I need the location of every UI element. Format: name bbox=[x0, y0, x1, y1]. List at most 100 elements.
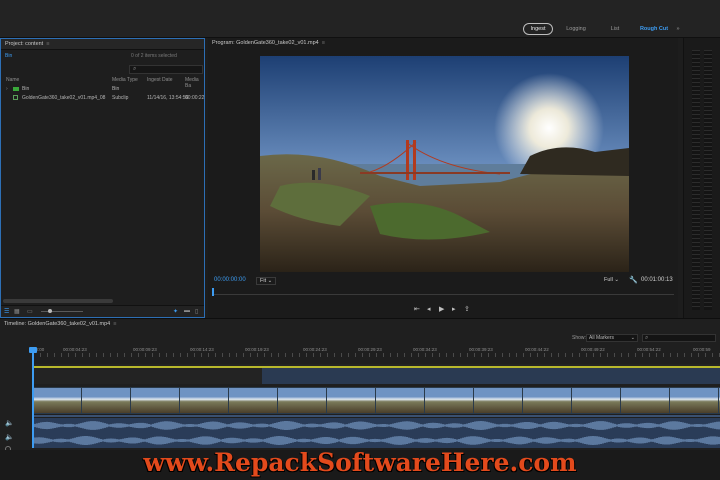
panel-menu-icon[interactable]: ≡ bbox=[45, 41, 49, 47]
timeline-playhead-handle[interactable] bbox=[29, 347, 37, 353]
step-back-icon[interactable]: ◂ bbox=[427, 305, 431, 313]
panel-menu-icon[interactable]: ≡ bbox=[320, 40, 325, 46]
speaker-icon[interactable]: 🔈 bbox=[5, 419, 14, 427]
fit-dropdown[interactable]: Fit ⌄ bbox=[256, 277, 277, 285]
filmstrip-thumbnail bbox=[376, 388, 424, 413]
workspace-overflow-icon[interactable]: » bbox=[673, 23, 683, 35]
project-panel-title: Project: content bbox=[5, 41, 44, 47]
audio-meter-right bbox=[704, 50, 712, 310]
filmstrip-thumbnail bbox=[670, 388, 718, 413]
panel-menu-icon[interactable]: ≡ bbox=[112, 321, 116, 327]
ruler-label: 00:00:34:23 bbox=[413, 347, 437, 352]
timeline-panel: Timeline: GoldenGate360_take02_v01.mp4 ≡… bbox=[0, 318, 720, 452]
transport-controls: ⇤ ◂ ▶ ▸ ⇪ bbox=[414, 305, 474, 315]
subclip-icon bbox=[13, 95, 18, 101]
freeform-view-icon[interactable]: ▭ bbox=[27, 308, 33, 315]
new-bin-icon[interactable]: ▬ bbox=[184, 308, 190, 314]
bin-path[interactable]: Bin bbox=[5, 53, 12, 59]
column-ingest-date[interactable]: Ingest Date bbox=[147, 77, 173, 83]
markers-dropdown-label: All Markers bbox=[589, 335, 615, 341]
row-media-type: Subclip bbox=[112, 95, 129, 101]
quality-dropdown[interactable]: Full ⌄ bbox=[604, 277, 619, 283]
ruler-ticks bbox=[33, 353, 720, 357]
video-track-2[interactable] bbox=[33, 364, 720, 384]
column-name[interactable]: Name bbox=[6, 77, 19, 83]
filmstrip-thumbnail bbox=[327, 388, 375, 413]
video-track-1-filmstrip[interactable] bbox=[33, 387, 720, 414]
row-name: Bin bbox=[22, 86, 30, 92]
new-item-icon[interactable]: ✦ bbox=[173, 308, 178, 315]
trash-icon[interactable]: ▯ bbox=[195, 308, 198, 315]
table-row[interactable]: GoldenGate360_take02_v01.mp4_08 Subclip … bbox=[3, 95, 205, 103]
mark-in-icon[interactable]: ⇤ bbox=[414, 305, 420, 313]
audio-track-2[interactable] bbox=[33, 433, 720, 448]
ruler-label: 00:00:44:22 bbox=[525, 347, 549, 352]
timeline-header: Timeline: GoldenGate360_take02_v01.mp4 ≡ bbox=[0, 319, 720, 330]
audio-meter-left bbox=[692, 50, 700, 310]
filmstrip-thumbnail bbox=[425, 388, 473, 413]
audio-waveform bbox=[33, 421, 720, 430]
program-playhead[interactable] bbox=[212, 288, 214, 296]
play-icon[interactable]: ▶ bbox=[439, 305, 444, 313]
show-label: Show: bbox=[572, 335, 586, 341]
quality-dropdown-label: Full bbox=[604, 277, 613, 283]
table-row[interactable]: › Bin Bin bbox=[3, 86, 203, 94]
step-forward-icon[interactable]: ▸ bbox=[452, 305, 456, 313]
program-timecode-in[interactable]: 00:00:00:00 bbox=[214, 277, 246, 283]
audio-meters bbox=[683, 38, 720, 318]
subclip-block[interactable] bbox=[262, 368, 720, 384]
row-media-type: Bin bbox=[112, 86, 120, 92]
filmstrip-thumbnail bbox=[523, 388, 571, 413]
watermark-text: www.RepackSoftwareHere.com bbox=[143, 448, 577, 477]
workspace-tab-list[interactable]: List bbox=[602, 23, 628, 35]
chevron-down-icon: ⌄ bbox=[266, 278, 273, 284]
timeline-playhead[interactable] bbox=[32, 348, 34, 448]
program-monitor: Program: GoldenGate360_take02_v01.mp4 ≡ bbox=[208, 38, 678, 318]
filmstrip-thumbnail bbox=[180, 388, 228, 413]
filmstrip-thumbnail bbox=[131, 388, 179, 413]
icon-view-icon[interactable]: ▦ bbox=[14, 308, 20, 315]
search-icon: ⌕ bbox=[645, 335, 649, 341]
wrench-icon[interactable]: 🔧 bbox=[629, 276, 638, 284]
column-media-type[interactable]: Media Type bbox=[112, 77, 138, 83]
export-frame-icon[interactable]: ⇪ bbox=[464, 305, 470, 313]
golden-gate-360-image bbox=[260, 56, 629, 272]
list-view-icon[interactable]: ☰ bbox=[4, 308, 9, 315]
program-timecode-out: 00:01:00:13 bbox=[641, 277, 673, 283]
filmstrip-thumbnail bbox=[474, 388, 522, 413]
filmstrip-thumbnail bbox=[82, 388, 130, 413]
chevron-down-icon: ⌄ bbox=[612, 277, 620, 283]
workspace-tab-rough-cut[interactable]: Rough Cut bbox=[639, 23, 669, 35]
ruler-label: 00:00:29:23 bbox=[358, 347, 382, 352]
waveform-path bbox=[33, 436, 720, 445]
expand-arrow-icon[interactable]: › bbox=[6, 86, 8, 92]
audio-track-1[interactable] bbox=[33, 418, 720, 433]
project-search-input[interactable]: ⌕ bbox=[129, 65, 203, 74]
program-scrub-bar[interactable] bbox=[212, 289, 674, 295]
search-icon: ⌕ bbox=[133, 66, 137, 72]
speaker-icon[interactable]: 🔈 bbox=[5, 433, 14, 441]
workspace-tab-logging[interactable]: Logging bbox=[562, 23, 590, 35]
row-name: GoldenGate360_take02_v01.mp4_08 bbox=[22, 95, 106, 101]
timeline-title: Timeline: GoldenGate360_take02_v01.mp4 bbox=[4, 321, 111, 327]
markers-dropdown[interactable]: All Markers ⌄ bbox=[586, 334, 638, 342]
items-selected-count: 0 of 2 items selected bbox=[131, 53, 177, 59]
zoom-slider-handle[interactable] bbox=[48, 309, 52, 313]
row-media-base: 00:00:22 bbox=[185, 95, 205, 101]
ruler-label: 00:00:14:23 bbox=[190, 347, 214, 352]
video-frame[interactable] bbox=[260, 56, 629, 272]
ruler-label: 00:00:09:23 bbox=[133, 347, 157, 352]
ruler-label: 00:00:49:22 bbox=[581, 347, 605, 352]
row-ingest-date: 11/14/16, 13:54:56 bbox=[147, 95, 189, 101]
filmstrip-thumbnail bbox=[572, 388, 620, 413]
ruler-label: 00:00:54:22 bbox=[637, 347, 661, 352]
timeline-search-input[interactable]: ⌕ bbox=[642, 334, 716, 342]
workspace-tab-ingest[interactable]: Ingest bbox=[523, 23, 553, 35]
waveform-path bbox=[33, 421, 720, 430]
filmstrip-thumbnail bbox=[33, 388, 81, 413]
track-divider bbox=[33, 415, 720, 417]
ruler-label: 00:00:24:23 bbox=[303, 347, 327, 352]
project-column-headers: Name Media Type Ingest Date Media Ba bbox=[3, 77, 203, 89]
horizontal-scrollbar[interactable] bbox=[3, 299, 113, 303]
audio-waveform bbox=[33, 436, 720, 445]
